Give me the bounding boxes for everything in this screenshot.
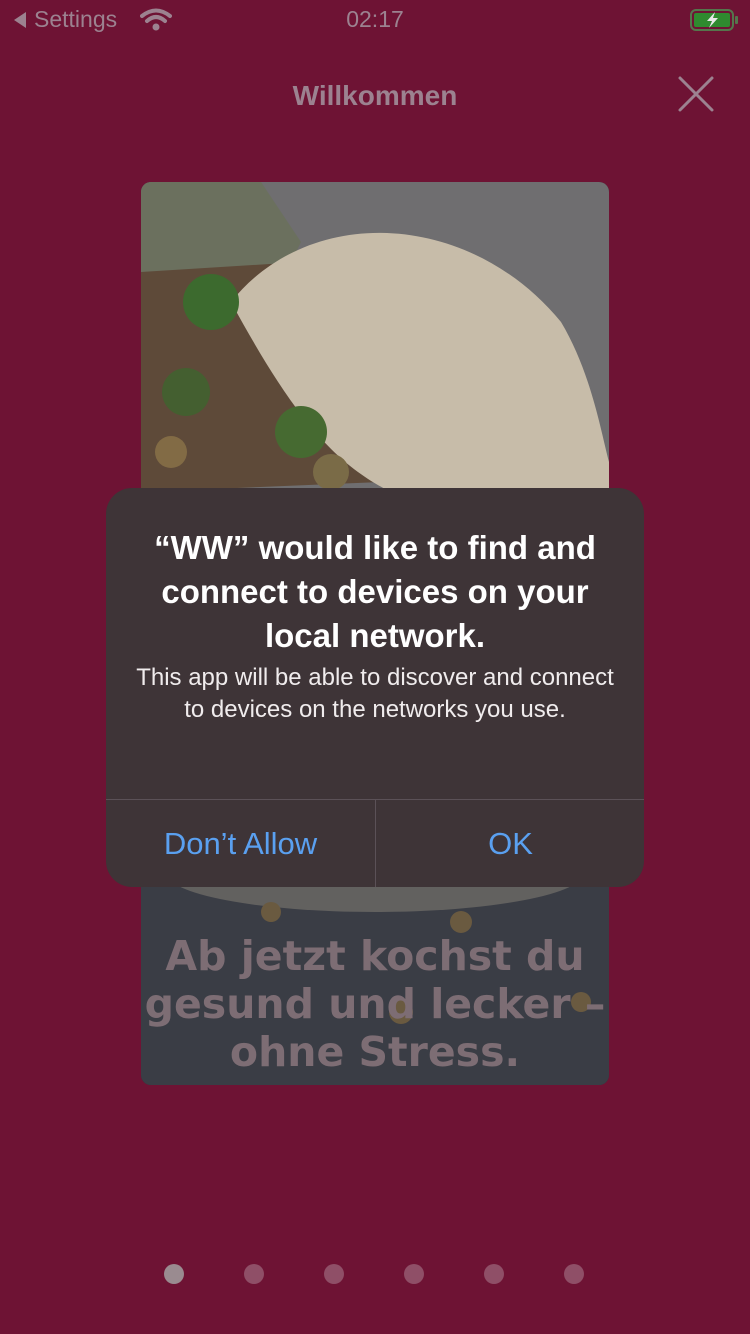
- page-title: Willkommen: [292, 80, 458, 111]
- close-icon[interactable]: [676, 74, 716, 114]
- ok-button[interactable]: OK: [376, 800, 644, 887]
- battery-charging-icon: [690, 9, 738, 31]
- status-bar: Settings 02:17: [0, 0, 750, 40]
- alert-message: This app will be able to discover and co…: [136, 664, 614, 723]
- page-dot[interactable]: [244, 1264, 264, 1284]
- page-dot[interactable]: [484, 1264, 504, 1284]
- status-time: 02:17: [346, 6, 404, 32]
- page-dot[interactable]: [164, 1264, 184, 1284]
- page-dot[interactable]: [564, 1264, 584, 1284]
- local-network-permission-alert: “WW” would like to find and connect to d…: [106, 488, 644, 887]
- card-headline: Ab jetzt kochst du gesund und lecker – o…: [144, 932, 606, 1076]
- page-dot[interactable]: [404, 1264, 424, 1284]
- alert-title: “WW” would like to find and connect to d…: [154, 529, 596, 654]
- dont-allow-button[interactable]: Don’t Allow: [106, 800, 375, 887]
- page-dot[interactable]: [324, 1264, 344, 1284]
- page-indicator[interactable]: [0, 1264, 750, 1284]
